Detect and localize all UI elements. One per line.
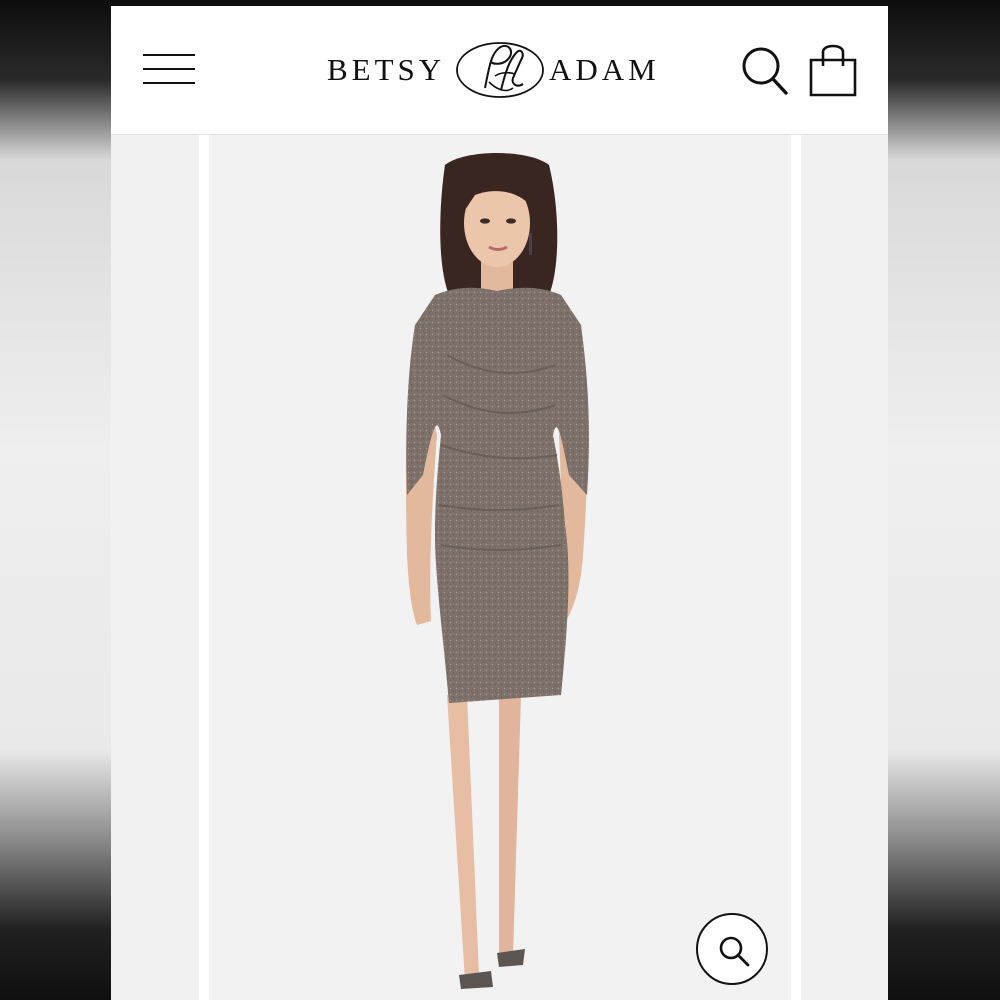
site-header: BETSY ADAM xyxy=(111,6,888,135)
menu-button[interactable] xyxy=(141,48,197,90)
hamburger-menu-icon xyxy=(143,54,195,56)
slide-divider xyxy=(199,135,209,1000)
brand-logo[interactable]: BETSY ADAM xyxy=(321,36,681,102)
next-slide[interactable] xyxy=(801,135,888,1000)
search-button[interactable] xyxy=(739,42,791,98)
shopping-bag-icon xyxy=(809,44,857,97)
brand-name-left: BETSY xyxy=(327,52,446,87)
zoom-magnifier-icon xyxy=(719,936,750,967)
hamburger-line xyxy=(143,82,195,84)
model-in-gray-metallic-sheath-dress xyxy=(405,153,589,989)
product-image-gallery[interactable] xyxy=(111,135,888,1000)
brand-name-right: ADAM xyxy=(549,52,660,87)
betsy-adam-monogram-icon xyxy=(456,42,544,98)
mobile-screen: BETSY ADAM xyxy=(111,6,888,1000)
search-icon xyxy=(742,47,788,95)
slide-divider xyxy=(791,135,801,1000)
zoom-button[interactable] xyxy=(696,913,768,985)
cart-button[interactable] xyxy=(807,40,859,98)
previous-slide[interactable] xyxy=(111,135,199,1000)
product-image[interactable] xyxy=(209,135,791,1000)
hamburger-line xyxy=(143,68,195,70)
